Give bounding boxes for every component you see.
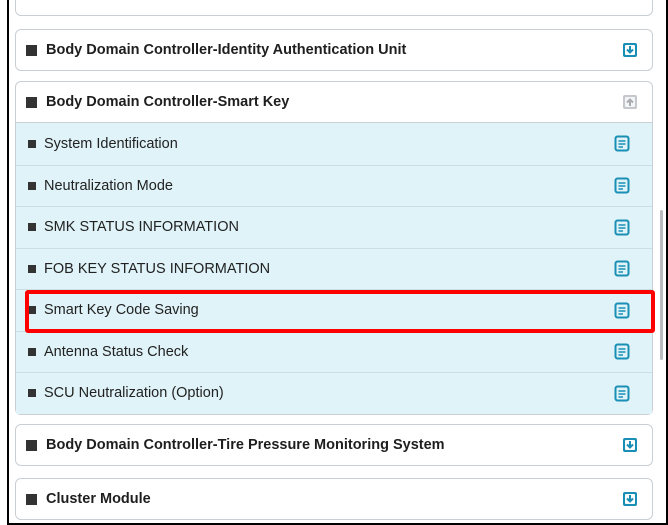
menu-item-label: SMK STATUS INFORMATION	[44, 219, 239, 236]
menu-item-label: Neutralization Mode	[44, 177, 173, 194]
bullet-square-icon	[26, 44, 37, 56]
bullet-square-icon	[28, 264, 36, 273]
menu-item-smart-key-code-saving[interactable]: Smart Key Code Saving	[16, 289, 652, 331]
bullet-square-icon	[28, 306, 36, 315]
document-icon	[614, 343, 630, 360]
menu-item-label: Antenna Status Check	[44, 343, 189, 360]
menu-item-scu-neutralization[interactable]: SCU Neutralization (Option)	[16, 372, 652, 414]
section-smart-key[interactable]: Body Domain Controller-Smart Key System …	[15, 81, 653, 415]
section-title: Body Domain Controller-Tire Pressure Mon…	[46, 437, 445, 453]
bullet-square-icon	[26, 439, 37, 451]
section-cluster-module[interactable]: Cluster Module	[15, 478, 653, 520]
menu-item-system-identification[interactable]: System Identification	[16, 123, 652, 165]
expand-down-icon[interactable]	[622, 491, 638, 507]
menu-item-label: FOB KEY STATUS INFORMATION	[44, 260, 271, 277]
section-title: Body Domain Controller-Smart Key	[46, 94, 290, 110]
menu-item-smk-status-information[interactable]: SMK STATUS INFORMATION	[16, 206, 652, 248]
bullet-square-icon	[26, 493, 37, 505]
menu-item-neutralization-mode[interactable]: Neutralization Mode	[16, 164, 652, 206]
expand-down-icon[interactable]	[622, 437, 638, 453]
document-icon	[614, 302, 630, 319]
section-identity-auth-unit[interactable]: Body Domain Controller-Identity Authenti…	[15, 29, 653, 71]
expand-down-icon[interactable]	[622, 42, 638, 58]
section-title: Body Domain Controller-Identity Authenti…	[46, 42, 407, 58]
document-icon	[614, 135, 630, 152]
section-header[interactable]: Body Domain Controller-Smart Key	[16, 82, 652, 122]
section-header[interactable]: Body Domain Controller-Tire Pressure Mon…	[16, 425, 652, 465]
smart-key-menu-list: System Identification Neutralization Mod…	[16, 122, 652, 414]
document-icon	[614, 260, 630, 277]
bullet-square-icon	[28, 223, 36, 232]
collapse-up-icon[interactable]	[622, 94, 638, 110]
menu-item-fob-key-status-information[interactable]: FOB KEY STATUS INFORMATION	[16, 247, 652, 289]
menu-item-label: System Identification	[44, 135, 178, 152]
bullet-square-icon	[28, 181, 36, 190]
scrollbar[interactable]	[660, 210, 663, 360]
bullet-square-icon	[26, 96, 37, 108]
menu-item-label: Smart Key Code Saving	[44, 302, 199, 319]
bullet-square-icon	[28, 347, 36, 356]
section-title: Cluster Module	[46, 491, 151, 507]
document-icon	[614, 385, 630, 402]
section-tire-pressure-monitoring[interactable]: Body Domain Controller-Tire Pressure Mon…	[15, 424, 653, 466]
menu-item-label: SCU Neutralization (Option)	[44, 385, 224, 402]
menu-item-antenna-status-check[interactable]: Antenna Status Check	[16, 330, 652, 372]
section-header[interactable]: Cluster Module	[16, 479, 652, 519]
document-icon	[614, 219, 630, 236]
section-header[interactable]: Body Domain Controller-Identity Authenti…	[16, 30, 652, 70]
bullet-square-icon	[28, 389, 36, 398]
previous-section-card	[15, 0, 653, 16]
document-icon	[614, 177, 630, 194]
bullet-square-icon	[28, 139, 36, 148]
